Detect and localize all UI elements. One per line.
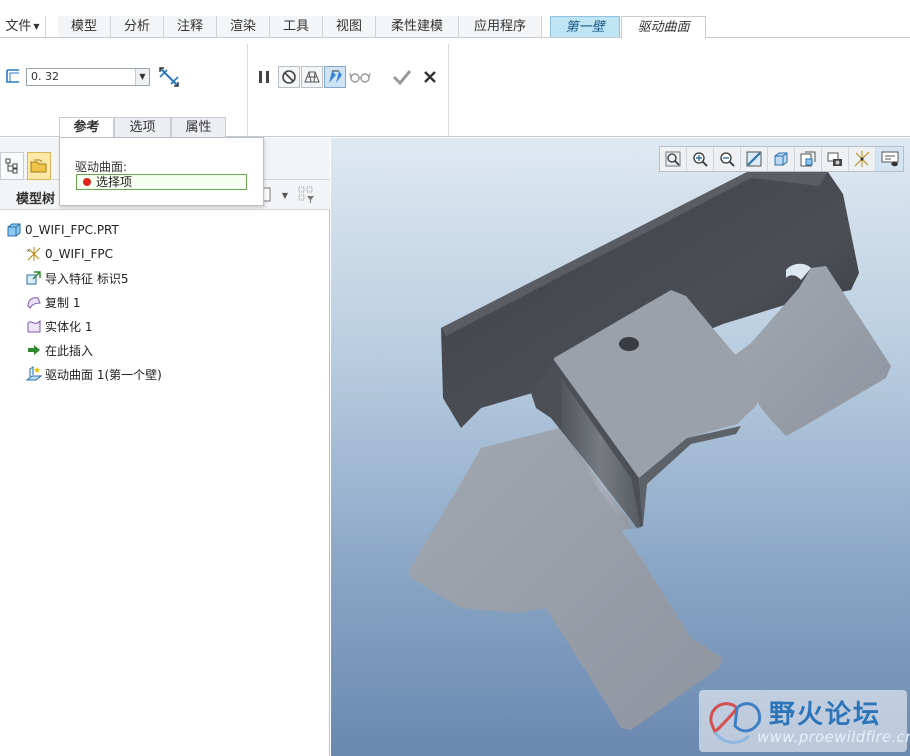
navigator-pane: 模型树 ▼ 0_WIFI_FPC.PRT x 0_WIFI_FPC 导入特征 标… (0, 138, 330, 756)
solidify-icon (26, 318, 42, 334)
attached-preview-icon[interactable] (324, 66, 346, 88)
verify-glasses-icon[interactable] (349, 66, 371, 88)
tab-render[interactable]: 渲染 (217, 16, 270, 38)
graphics-toolbar (659, 146, 904, 172)
chevron-down-icon[interactable]: ▼ (135, 69, 149, 85)
zoom-in-icon[interactable] (687, 147, 714, 171)
tab-tools[interactable]: 工具 (270, 16, 323, 38)
sheetmetal-part-model[interactable] (331, 138, 910, 756)
folder-browser-tab-icon[interactable] (27, 152, 51, 180)
tab-analysis[interactable]: 分析 (111, 16, 164, 38)
sheetmetal-wall-icon (26, 366, 42, 382)
flip-thickness-icon[interactable] (157, 65, 181, 89)
chevron-down-icon[interactable]: ▼ (275, 185, 295, 205)
tree-node-driving-surface[interactable]: 驱动曲面 1(第一个壁) (26, 364, 162, 384)
file-menu[interactable]: 文件 ▼ (0, 16, 46, 38)
menu-bar: 文件 ▼ 模型 分析 注释 渲染 工具 视图 柔性建模 应用程序 第一壁 驱动曲面 (0, 0, 910, 39)
tree-node-copy[interactable]: 复制 1 (26, 292, 80, 312)
tree-node-insert-here[interactable]: 在此插入 (26, 340, 93, 360)
preview-mesh-icon[interactable] (301, 66, 323, 88)
tab-first-wall[interactable]: 第一壁 (550, 16, 620, 38)
zoom-out-icon[interactable] (714, 147, 741, 171)
tree-filter-icon[interactable] (297, 185, 317, 205)
tab-annotate[interactable]: 注释 (164, 16, 217, 38)
watermark-url: www.proewildfire.cn (757, 728, 910, 746)
copy-icon (26, 294, 42, 310)
svg-text:x: x (27, 248, 30, 254)
view-manager-icon[interactable] (822, 147, 849, 171)
apply-check-icon[interactable] (391, 66, 413, 88)
tree-node-import-feature[interactable]: 导入特征 标识5 (26, 268, 128, 288)
insert-here-arrow-icon (26, 342, 42, 358)
tree-node-part[interactable]: 0_WIFI_FPC.PRT (6, 220, 119, 240)
refit-icon[interactable] (660, 147, 687, 171)
pause-icon[interactable] (253, 66, 275, 88)
tab-view[interactable]: 视图 (323, 16, 376, 38)
references-panel: 驱动曲面: 选择项 (59, 137, 264, 206)
tree-node-solidify[interactable]: 实体化 1 (26, 316, 92, 336)
subtab-options[interactable]: 选项 (114, 117, 171, 138)
tab-applications[interactable]: 应用程序 (459, 16, 542, 38)
driving-surface-label: 驱动曲面: (75, 160, 128, 174)
tree-node-csys[interactable]: x 0_WIFI_FPC (26, 244, 113, 264)
import-feature-icon (26, 270, 42, 286)
model-tree-tab-icon[interactable] (0, 152, 24, 180)
watermark-title: 野火论坛 (769, 700, 882, 730)
cancel-x-icon[interactable] (419, 66, 441, 88)
subtab-properties[interactable]: 属性 (171, 117, 226, 138)
driving-surface-collector[interactable]: 选择项 (76, 174, 247, 190)
thickness-icon (6, 69, 19, 83)
forum-watermark: 野火论坛 www.proewildfire.cn (699, 690, 910, 752)
part-icon (6, 222, 22, 238)
model-tree-title: 模型树 (16, 192, 56, 207)
graphics-window[interactable]: 野火论坛 www.proewildfire.cn (331, 138, 910, 756)
repaint-icon[interactable] (741, 147, 768, 171)
csys-icon: x (26, 246, 42, 262)
required-dot-icon (83, 178, 91, 186)
saved-orientations-icon[interactable] (795, 147, 822, 171)
tab-driving-surface[interactable]: 驱动曲面 (621, 16, 706, 39)
tab-model[interactable]: 模型 (58, 16, 111, 38)
no-preview-icon[interactable] (278, 66, 300, 88)
annotation-display-icon[interactable] (876, 147, 903, 171)
display-style-icon[interactable] (768, 147, 795, 171)
tab-flexible-modeling[interactable]: 柔性建模 (376, 16, 459, 38)
subtab-references[interactable]: 参考 (59, 117, 114, 138)
thickness-input[interactable]: 0. 32 ▼ (26, 68, 150, 86)
datum-display-icon[interactable] (849, 147, 876, 171)
